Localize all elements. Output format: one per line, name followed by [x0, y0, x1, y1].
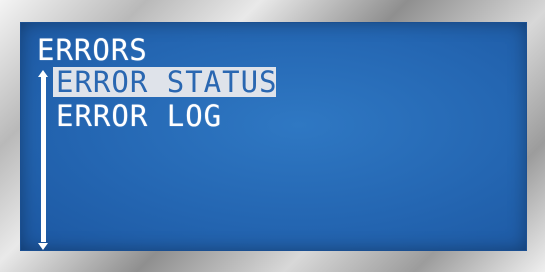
menu-item-error-status[interactable]: ERROR STATUS — [53, 67, 277, 97]
menu-scrollbar[interactable] — [38, 70, 50, 250]
screen-title: ERRORS — [37, 33, 148, 67]
lcd-screen: ERRORS ERROR STATUS ERROR LOG — [20, 22, 527, 251]
menu-item-error-log[interactable]: ERROR LOG — [53, 101, 223, 131]
scroll-down-arrow-icon[interactable] — [38, 243, 48, 250]
scroll-track[interactable] — [41, 76, 46, 242]
device-bezel: ERRORS ERROR STATUS ERROR LOG — [0, 0, 545, 272]
